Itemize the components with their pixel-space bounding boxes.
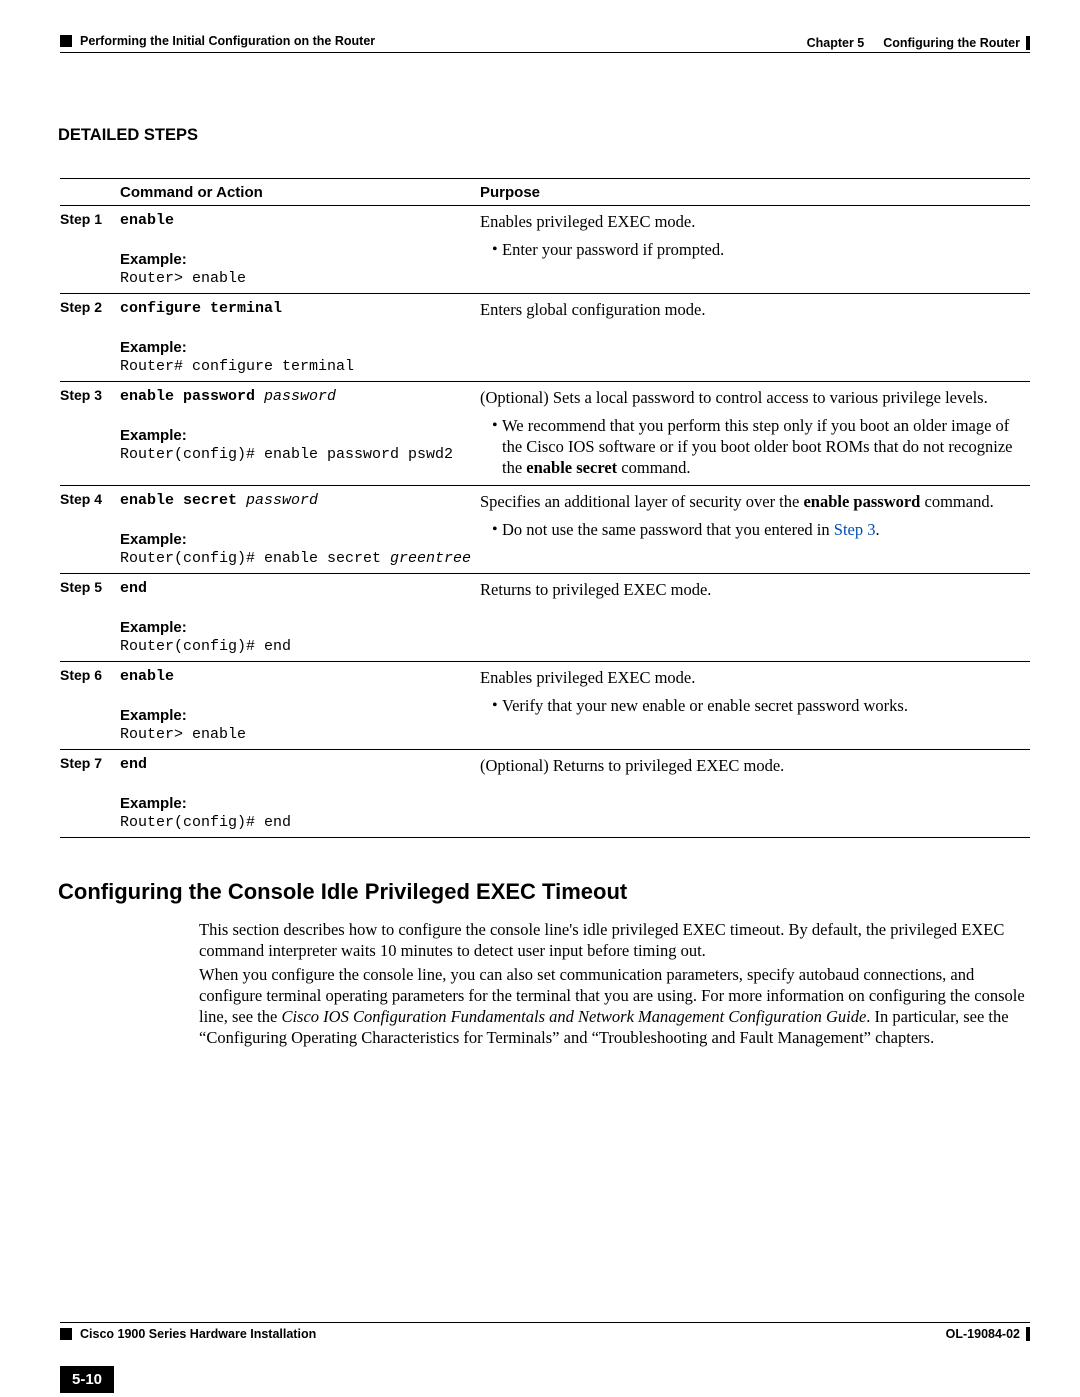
- table-row: Step 1 enable Example: Router> enable En…: [60, 206, 1030, 294]
- bullet-item: • Do not use the same password that you …: [480, 520, 1026, 541]
- example-label: Example:: [120, 251, 468, 268]
- bullet-text: Verify that your new enable or enable se…: [502, 696, 1026, 717]
- chapter-title: Configuring the Router: [883, 36, 1020, 50]
- body-paragraph: This section describes how to configure …: [199, 920, 1025, 962]
- bullet-text: Do not use the same password that you en…: [502, 520, 1026, 541]
- example-code: Router> enable: [120, 270, 468, 287]
- step-label: Step 4: [60, 486, 118, 573]
- breadcrumb-text: Performing the Initial Configuration on …: [80, 34, 375, 48]
- header-chapter: Chapter 5 Configuring the Router: [807, 36, 1030, 50]
- example-label: Example:: [120, 795, 468, 812]
- header-rule: [60, 52, 1030, 53]
- purpose-text: Enables privileged EXEC mode.: [480, 668, 695, 687]
- command-text: enable: [120, 212, 174, 229]
- example-code: Router# configure terminal: [120, 358, 468, 375]
- example-label: Example:: [120, 619, 468, 636]
- table-header: Command or Action Purpose: [60, 178, 1030, 206]
- example-code: Router(config)# enable secret greentree: [120, 550, 468, 567]
- th-purpose: Purpose: [478, 184, 1030, 201]
- step-label: Step 5: [60, 574, 118, 661]
- step-label: Step 6: [60, 662, 118, 749]
- table-row: Step 6 enable Example: Router> enable En…: [60, 662, 1030, 750]
- page-number: 5-10: [60, 1366, 114, 1393]
- bullet-item: • Verify that your new enable or enable …: [480, 696, 1026, 717]
- chapter-prefix: Chapter 5: [807, 36, 865, 50]
- table-row: Step 5 end Example: Router(config)# end …: [60, 574, 1030, 662]
- command-text: enable secret: [120, 492, 237, 509]
- footer-book-title: Cisco 1900 Series Hardware Installation: [80, 1327, 316, 1341]
- footer-square-icon: [60, 1328, 72, 1340]
- purpose-text: Specifies an additional layer of securit…: [480, 492, 994, 511]
- bullet-dot-icon: •: [480, 416, 502, 479]
- cited-title: Cisco IOS Configuration Fundamentals and…: [281, 1007, 866, 1026]
- command-text: end: [120, 580, 147, 597]
- step-label: Step 2: [60, 294, 118, 381]
- example-label: Example:: [120, 339, 468, 356]
- table-row: Step 7 end Example: Router(config)# end …: [60, 750, 1030, 838]
- purpose-text: (Optional) Returns to privileged EXEC mo…: [480, 756, 784, 775]
- bullet-text: Enter your password if prompted.: [502, 240, 1026, 261]
- purpose-text: (Optional) Sets a local password to cont…: [480, 388, 988, 407]
- step3-link[interactable]: Step 3: [834, 520, 876, 539]
- example-arg: greentree: [390, 550, 471, 567]
- command-text: enable password: [120, 388, 255, 405]
- purpose-text: Returns to privileged EXEC mode.: [480, 580, 711, 599]
- section-title: DETAILED STEPS: [58, 126, 198, 145]
- table-row: Step 4 enable secret password Example: R…: [60, 486, 1030, 574]
- example-code: Router(config)# end: [120, 814, 468, 831]
- table-row: Step 2 configure terminal Example: Route…: [60, 294, 1030, 382]
- example-label: Example:: [120, 707, 468, 724]
- step-label: Step 1: [60, 206, 118, 293]
- body-paragraph: When you configure the console line, you…: [199, 965, 1025, 1049]
- footer-docid: OL-19084-02: [946, 1327, 1020, 1341]
- command-arg: password: [237, 492, 318, 509]
- bullet-dot-icon: •: [480, 240, 502, 261]
- page-header: Performing the Initial Configuration on …: [60, 34, 1030, 50]
- example-label: Example:: [120, 531, 468, 548]
- bullet-text: We recommend that you perform this step …: [502, 416, 1026, 479]
- bullet-item: • Enter your password if prompted.: [480, 240, 1026, 261]
- example-code: Router(config)# enable password pswd2: [120, 446, 468, 463]
- header-breadcrumb: Performing the Initial Configuration on …: [60, 34, 375, 48]
- table-row: Step 3 enable password password Example:…: [60, 382, 1030, 486]
- bold-term: enable secret: [526, 458, 617, 477]
- purpose-text: Enables privileged EXEC mode.: [480, 212, 695, 231]
- steps-table: Command or Action Purpose Step 1 enable …: [60, 178, 1030, 838]
- purpose-text: Enters global configuration mode.: [480, 300, 705, 319]
- bullet-dot-icon: •: [480, 696, 502, 717]
- th-command: Command or Action: [118, 184, 478, 201]
- bold-term: enable password: [803, 492, 920, 511]
- command-text: enable: [120, 668, 174, 685]
- example-label: Example:: [120, 427, 468, 444]
- header-square-icon: [60, 35, 72, 47]
- step-label: Step 3: [60, 382, 118, 485]
- bullet-item: • We recommend that you perform this ste…: [480, 416, 1026, 479]
- bullet-dot-icon: •: [480, 520, 502, 541]
- footer-bar-icon: [1026, 1327, 1030, 1341]
- example-code: Router(config)# end: [120, 638, 468, 655]
- command-arg: password: [255, 388, 336, 405]
- command-text: configure terminal: [120, 300, 282, 317]
- command-text: end: [120, 756, 147, 773]
- step-label: Step 7: [60, 750, 118, 837]
- header-bar-icon: [1026, 36, 1030, 50]
- page-footer: Cisco 1900 Series Hardware Installation …: [60, 1322, 1030, 1372]
- example-code: Router> enable: [120, 726, 468, 743]
- section-heading: Configuring the Console Idle Privileged …: [58, 879, 627, 905]
